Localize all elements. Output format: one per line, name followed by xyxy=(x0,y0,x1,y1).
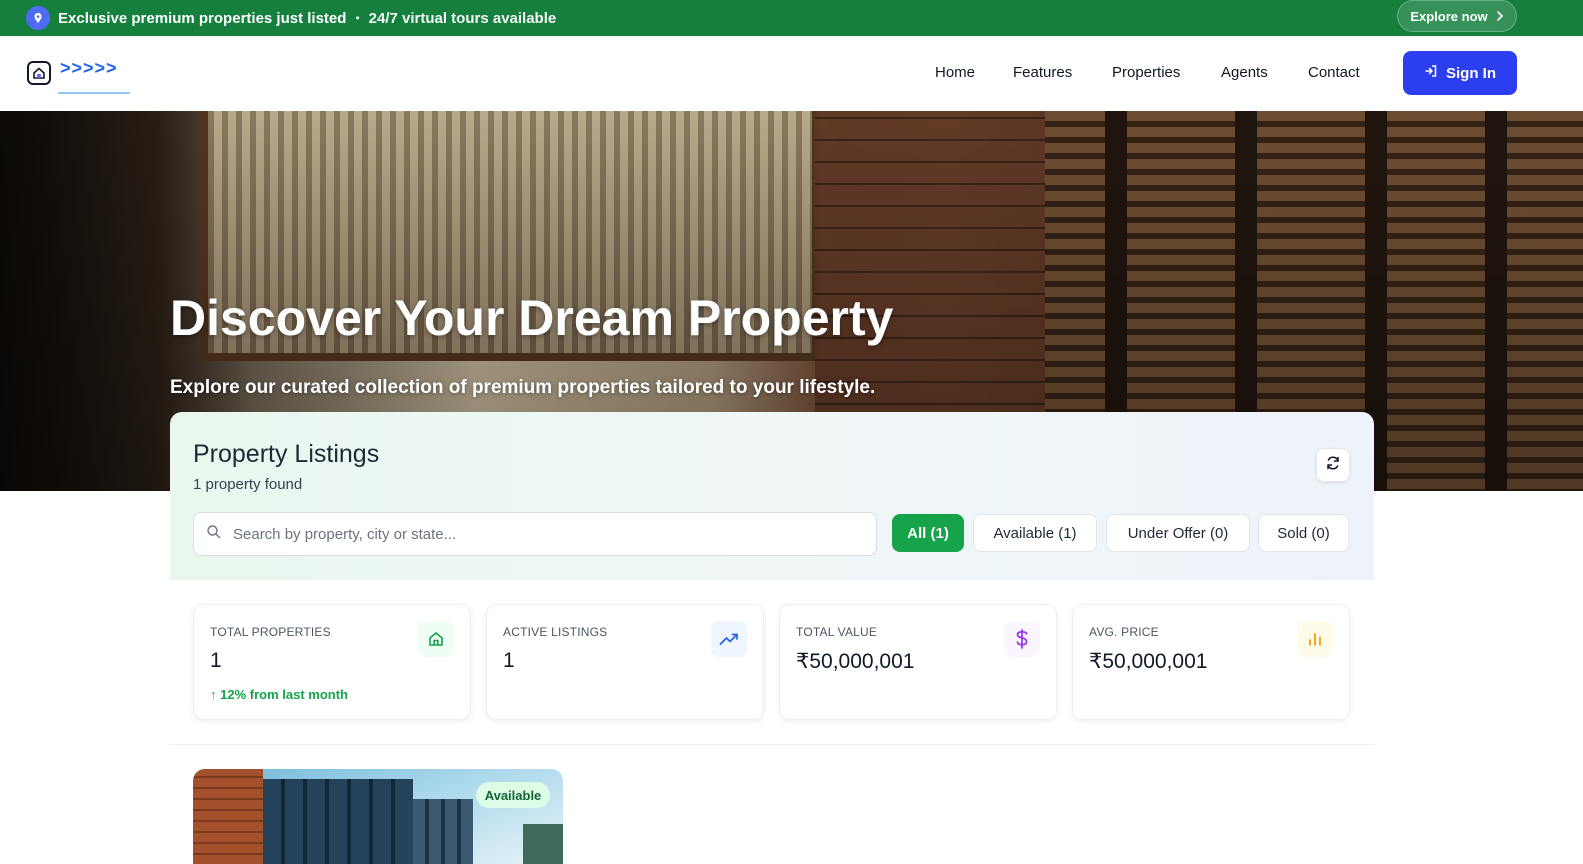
stat-card-active-listings: ACTIVE LISTINGS 1 xyxy=(486,604,764,720)
building-image-part xyxy=(193,769,263,864)
sign-in-button[interactable]: Sign In xyxy=(1403,51,1517,95)
listings-count: 1 property found xyxy=(193,476,303,493)
building-image-part xyxy=(263,779,413,864)
refresh-button[interactable] xyxy=(1316,448,1350,482)
nav-home[interactable]: Home xyxy=(935,64,975,81)
bar-chart-icon xyxy=(1297,621,1333,657)
home-logo-icon[interactable] xyxy=(27,61,51,85)
dollar-icon xyxy=(1004,621,1040,657)
logo-underline xyxy=(58,92,130,94)
filter-available[interactable]: Available (1) xyxy=(973,514,1097,552)
stat-card-total-value: TOTAL VALUE ₹50,000,001 xyxy=(779,604,1057,720)
status-badge: Available xyxy=(476,782,550,808)
sign-in-label: Sign In xyxy=(1446,64,1496,82)
stat-card-total-properties: TOTAL PROPERTIES 1 ↑ 12% from last month xyxy=(193,604,471,720)
announcement-separator: • xyxy=(355,11,360,25)
stat-value: ₹50,000,001 xyxy=(1089,650,1208,673)
explore-now-button[interactable]: Explore now xyxy=(1397,0,1517,32)
property-listings-panel: Property Listings 1 property found All (… xyxy=(170,412,1374,580)
nav-contact[interactable]: Contact xyxy=(1308,64,1360,81)
trending-up-icon xyxy=(711,621,747,657)
stat-value: 1 xyxy=(503,649,515,672)
building-image-part xyxy=(413,799,473,864)
logo-chevrons[interactable]: >>>>> xyxy=(60,58,118,79)
stat-value: ₹50,000,001 xyxy=(796,650,915,673)
announcement-message-secondary: 24/7 virtual tours available xyxy=(368,9,557,27)
explore-now-label: Explore now xyxy=(1410,8,1488,24)
chevron-right-icon xyxy=(1496,9,1504,24)
home-icon xyxy=(418,621,454,657)
stat-label: TOTAL PROPERTIES xyxy=(210,625,331,639)
stat-value: 1 xyxy=(210,649,222,672)
section-divider xyxy=(170,744,1374,745)
search-icon xyxy=(206,524,221,544)
nav-agents[interactable]: Agents xyxy=(1221,64,1268,81)
filter-under-offer[interactable]: Under Offer (0) xyxy=(1106,514,1250,552)
building-image-part xyxy=(523,824,563,864)
search-input[interactable] xyxy=(233,525,833,543)
announcement-bar: Exclusive premium properties just listed… xyxy=(0,0,1583,36)
filter-all[interactable]: All (1) xyxy=(892,514,964,552)
filter-sold[interactable]: Sold (0) xyxy=(1258,514,1349,552)
stat-card-avg-price: AVG. PRICE ₹50,000,001 xyxy=(1072,604,1350,720)
nav-properties[interactable]: Properties xyxy=(1112,64,1180,81)
stat-label: AVG. PRICE xyxy=(1089,625,1159,639)
nav-features[interactable]: Features xyxy=(1013,64,1072,81)
hero-subtitle: Explore our curated collection of premiu… xyxy=(170,377,876,398)
refresh-icon xyxy=(1325,455,1341,476)
hero-title: Discover Your Dream Property xyxy=(170,290,894,346)
location-pin-icon xyxy=(26,6,50,30)
announcement-message: Exclusive premium properties just listed xyxy=(58,9,347,27)
stat-label: ACTIVE LISTINGS xyxy=(503,625,608,639)
stat-trend: ↑ 12% from last month xyxy=(210,687,348,702)
login-icon xyxy=(1424,64,1438,82)
search-field[interactable] xyxy=(193,512,877,556)
stat-label: TOTAL VALUE xyxy=(796,625,878,639)
listings-title: Property Listings xyxy=(193,440,380,468)
site-header: >>>>> Home Features Properties Agents Co… xyxy=(0,36,1583,111)
